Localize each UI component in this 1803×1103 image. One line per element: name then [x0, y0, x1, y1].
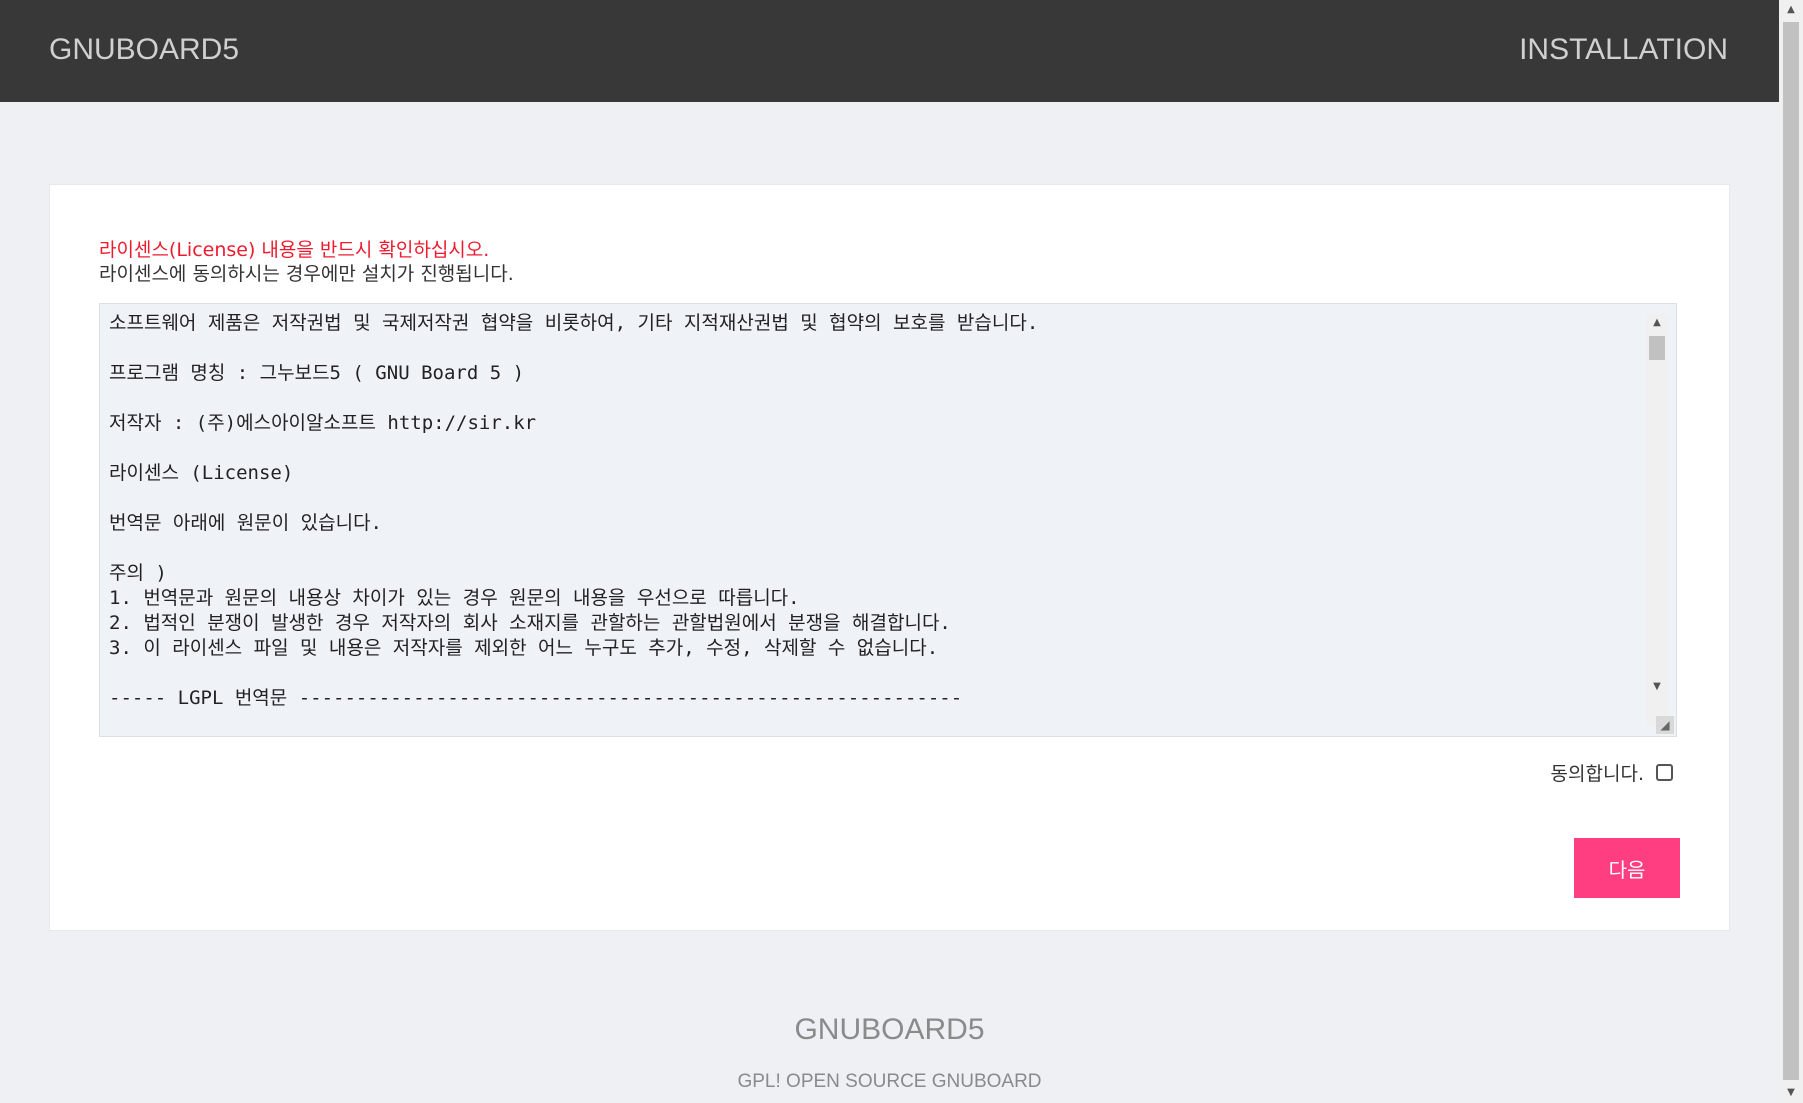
footer-logo: GNUBOARD5 — [794, 1013, 985, 1046]
license-textarea[interactable]: 소프트웨어 제품은 저작권법 및 국제저작권 협약을 비롯하여, 기타 지적재산… — [99, 303, 1677, 737]
page-scroll-down-icon[interactable]: ▼ — [1779, 1083, 1803, 1103]
page-scroll-up-icon[interactable]: ▲ — [1779, 0, 1803, 20]
license-scrollbar[interactable]: ▲ ▼ — [1646, 314, 1668, 726]
top-header: GNUBOARD5 INSTALLATION — [0, 0, 1779, 102]
resize-grip-icon[interactable]: ◢ — [1656, 716, 1674, 734]
license-scroll-thumb[interactable] — [1649, 336, 1665, 360]
scroll-down-arrow-icon[interactable]: ▼ — [1646, 678, 1668, 696]
license-warning: 라이센스(License) 내용을 반드시 확인하십시오. — [99, 239, 490, 261]
next-button[interactable]: 다음 — [1574, 838, 1680, 898]
agree-row: 동의합니다. — [1551, 759, 1673, 786]
footer-subtitle: GPL! OPEN SOURCE GNUBOARD — [737, 1071, 1042, 1092]
agree-label[interactable]: 동의합니다. — [1551, 759, 1644, 786]
license-notice: 라이센스에 동의하시는 경우에만 설치가 진행됩니다. — [99, 263, 514, 285]
license-text: 소프트웨어 제품은 저작권법 및 국제저작권 협약을 비롯하여, 기타 지적재산… — [109, 312, 1039, 709]
scroll-up-arrow-icon[interactable]: ▲ — [1646, 314, 1668, 332]
page-scrollbar[interactable]: ▲ ▼ — [1779, 0, 1803, 1103]
install-panel: 라이센스(License) 내용을 반드시 확인하십시오. 라이센스에 동의하시… — [49, 184, 1730, 931]
header-logo[interactable]: GNUBOARD5 — [49, 33, 239, 67]
page-scroll-thumb[interactable] — [1783, 22, 1799, 1080]
header-title: INSTALLATION — [1519, 33, 1728, 66]
agree-checkbox[interactable] — [1656, 764, 1673, 781]
